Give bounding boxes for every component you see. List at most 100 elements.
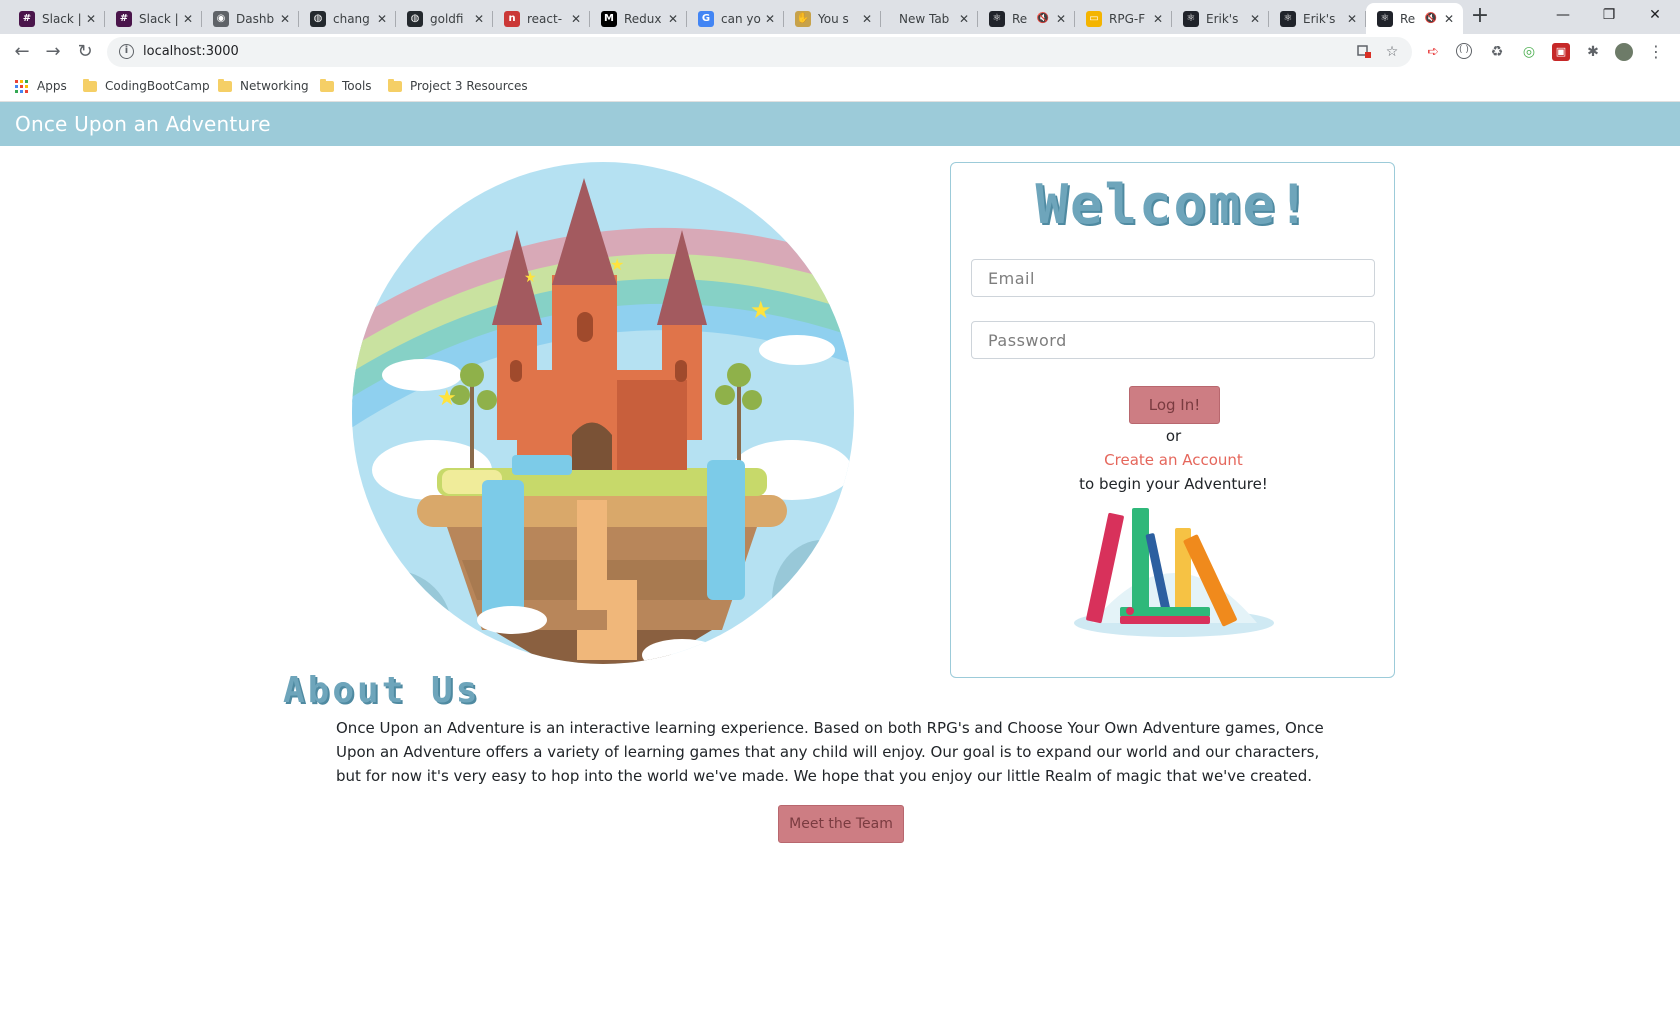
close-tab-icon[interactable]: ✕ bbox=[471, 12, 487, 26]
restore-button[interactable]: ❐ bbox=[1586, 0, 1632, 32]
bookmark-folder-networking[interactable]: Networking bbox=[218, 77, 309, 95]
blocked-content-icon[interactable] bbox=[1355, 43, 1373, 61]
close-tab-icon[interactable]: ✕ bbox=[859, 12, 875, 26]
close-tab-icon[interactable]: ✕ bbox=[374, 12, 390, 26]
close-tab-icon[interactable]: ✕ bbox=[1247, 12, 1263, 26]
site-navbar: Once Upon an Adventure bbox=[0, 102, 1680, 146]
minimize-button[interactable]: — bbox=[1540, 0, 1586, 32]
tab-title: Slack | bbox=[42, 11, 82, 26]
bookmark-star-icon[interactable]: ☆ bbox=[1383, 43, 1401, 61]
close-tab-icon[interactable]: ✕ bbox=[762, 12, 778, 26]
browser-tab[interactable]: ⚛ Re 🔇 ✕ bbox=[1366, 3, 1463, 34]
password-input[interactable] bbox=[972, 322, 1374, 358]
password-field[interactable] bbox=[971, 321, 1375, 359]
browser-tab[interactable]: ⚛ Re 🔇 ✕ bbox=[978, 3, 1075, 34]
svg-text:★: ★ bbox=[610, 255, 624, 274]
browser-tab-strip: # Slack | ✕ # Slack | ✕ ◉ Dashb ✕ ◍ chang ✕ ◍ goldfi ✕… bbox=[0, 0, 1680, 34]
menu-kebab-icon[interactable]: ⋮ bbox=[1647, 43, 1665, 61]
forward-arrow-icon[interactable]: → bbox=[41, 40, 65, 64]
site-info-icon[interactable]: i bbox=[119, 44, 134, 59]
medium-icon: M bbox=[601, 10, 617, 27]
react-icon: ⚛ bbox=[1183, 10, 1199, 27]
bookmark-folder-codingbootcamp[interactable]: CodingBootCamp bbox=[83, 77, 210, 95]
browser-tab[interactable]: # Slack | ✕ bbox=[105, 3, 202, 34]
extension-red-icon[interactable]: ▣ bbox=[1552, 43, 1570, 61]
browser-tab[interactable]: ◍ chang ✕ bbox=[299, 3, 396, 34]
browser-tab[interactable]: ⚛ Erik's ✕ bbox=[1269, 3, 1366, 34]
folder-icon bbox=[218, 78, 232, 92]
email-field[interactable] bbox=[971, 259, 1375, 297]
browser-tab[interactable]: ⚛ Erik's ✕ bbox=[1172, 3, 1269, 34]
close-tab-icon[interactable]: ✕ bbox=[1344, 12, 1360, 26]
web-page: Once Upon an Adventure ★ ★ ★ ★ Welcome! … bbox=[0, 102, 1680, 1010]
muted-speaker-icon[interactable]: 🔇 bbox=[1425, 13, 1437, 24]
browser-tab[interactable]: ◍ goldfi ✕ bbox=[396, 3, 493, 34]
bookmark-folder-tools[interactable]: Tools bbox=[320, 77, 372, 95]
github-icon: ◍ bbox=[310, 10, 326, 27]
bookmark-apps[interactable]: Apps bbox=[15, 77, 67, 95]
browser-tab[interactable]: ✋ You s ✕ bbox=[784, 3, 881, 34]
login-card: Welcome! Log In! or Create an Account to… bbox=[950, 162, 1395, 678]
muted-speaker-icon[interactable]: 🔇 bbox=[1037, 13, 1049, 24]
react-icon: ⚛ bbox=[1280, 10, 1296, 27]
svg-text:★: ★ bbox=[437, 386, 457, 411]
bookmark-folder-project3[interactable]: Project 3 Resources bbox=[388, 77, 528, 95]
browser-tab[interactable]: n react- ✕ bbox=[493, 3, 590, 34]
folder-icon bbox=[320, 78, 334, 92]
login-button[interactable]: Log In! bbox=[1129, 386, 1220, 424]
email-input[interactable] bbox=[972, 260, 1374, 296]
back-arrow-icon[interactable]: ← bbox=[10, 40, 34, 64]
address-bar[interactable]: i localhost:3000 ☆ bbox=[107, 37, 1412, 67]
bookmark-label: Networking bbox=[240, 79, 309, 93]
browser-tab[interactable]: Gcan yo ✕ bbox=[687, 3, 784, 34]
bookmark-label: Tools bbox=[342, 79, 372, 93]
site-brand[interactable]: Once Upon an Adventure bbox=[15, 112, 271, 136]
close-tab-icon[interactable]: ✕ bbox=[83, 12, 99, 26]
profile-avatar[interactable] bbox=[1615, 43, 1633, 61]
books-illustration bbox=[1074, 508, 1274, 637]
extensions-puzzle-icon[interactable]: ✱ bbox=[1584, 43, 1602, 61]
globe-icon: ◉ bbox=[213, 10, 229, 27]
tab-title: goldfi bbox=[430, 11, 464, 26]
close-tab-icon[interactable]: ✕ bbox=[568, 12, 584, 26]
close-tab-icon[interactable]: ✕ bbox=[956, 12, 972, 26]
about-heading: About Us bbox=[283, 670, 481, 711]
tab-title: can yo bbox=[721, 11, 761, 26]
browser-tab[interactable]: ▭ RPG-F ✕ bbox=[1075, 3, 1172, 34]
close-tab-icon[interactable]: ✕ bbox=[1053, 12, 1069, 26]
meet-team-button[interactable]: Meet the Team bbox=[778, 805, 904, 843]
browser-tab[interactable]: # Slack | ✕ bbox=[8, 3, 105, 34]
svg-text:★: ★ bbox=[750, 296, 772, 324]
extension-recycle-icon[interactable]: ♻ bbox=[1488, 43, 1506, 61]
close-tab-icon[interactable]: ✕ bbox=[180, 12, 196, 26]
welcome-heading: Welcome! bbox=[1035, 173, 1312, 236]
close-tab-icon[interactable]: ✕ bbox=[665, 12, 681, 26]
close-tab-icon[interactable]: ✕ bbox=[277, 12, 293, 26]
tab-title: You s bbox=[818, 11, 849, 26]
browser-tab[interactable]: ◉ Dashb ✕ bbox=[202, 3, 299, 34]
reload-icon[interactable]: ↻ bbox=[73, 40, 97, 64]
create-account-link[interactable]: Create an Account bbox=[951, 451, 1396, 469]
close-tab-icon[interactable]: ✕ bbox=[1441, 12, 1457, 26]
extension-share-icon[interactable]: ➪ bbox=[1424, 43, 1442, 61]
close-tab-icon[interactable]: ✕ bbox=[1150, 12, 1166, 26]
or-text: or bbox=[1165, 427, 1182, 445]
react-icon: ⚛ bbox=[989, 10, 1005, 27]
extension-circle-icon[interactable]: ( ) bbox=[1456, 43, 1472, 59]
react-icon: ⚛ bbox=[1377, 10, 1393, 27]
slack-icon: # bbox=[19, 10, 35, 27]
url-text[interactable]: localhost:3000 bbox=[143, 44, 239, 59]
new-tab-button[interactable]: + bbox=[1468, 5, 1492, 29]
hand-icon: ✋ bbox=[795, 10, 811, 27]
tab-title: chang bbox=[333, 11, 370, 26]
tab-title: react- bbox=[527, 11, 563, 26]
close-window-button[interactable]: ✕ bbox=[1632, 0, 1678, 32]
browser-tab[interactable]: M Redux ✕ bbox=[590, 3, 687, 34]
bookmark-label: Project 3 Resources bbox=[410, 79, 528, 93]
tab-title: Erik's bbox=[1303, 11, 1336, 26]
google-icon: G bbox=[698, 10, 714, 27]
extension-ring-icon[interactable]: ◎ bbox=[1520, 43, 1538, 61]
browser-tab[interactable]: New Tab ✕ bbox=[881, 3, 978, 34]
folder-icon bbox=[83, 78, 97, 92]
tab-title: RPG-F bbox=[1109, 11, 1146, 26]
